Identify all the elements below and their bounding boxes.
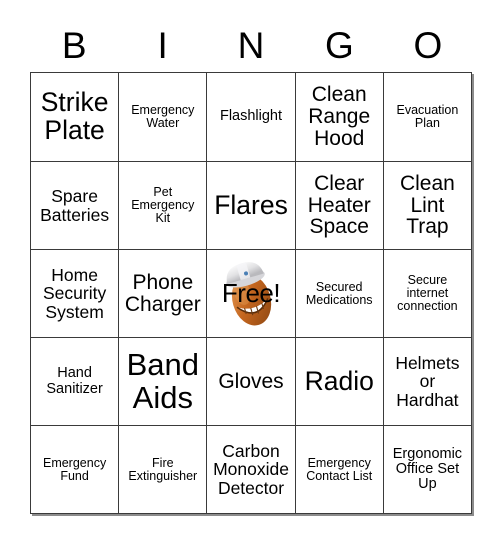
bingo-cell-label: Pet Emergency Kit	[131, 185, 195, 225]
bingo-cell[interactable]: Clean Lint Trap	[382, 161, 472, 249]
bingo-cell-label: Spare Batteries	[40, 186, 110, 225]
bingo-cell-label: Fire Extinguisher	[128, 455, 198, 483]
bingo-free-space[interactable]: Free!	[206, 249, 295, 337]
bingo-cell-label: Clear Heater Space	[307, 171, 371, 239]
bingo-cell[interactable]: Clean Range Hood	[294, 73, 383, 161]
bingo-cell[interactable]: Ergonomic Office Set Up	[382, 425, 472, 513]
bingo-cell-label: Gloves	[218, 369, 284, 393]
bingo-cell[interactable]: Fire Extinguisher	[118, 425, 207, 513]
bingo-row: Home Security System Phone Charger Free! Se…	[31, 249, 472, 337]
bingo-cell[interactable]: Helmets or Hardhat	[382, 337, 472, 425]
bingo-cell[interactable]: Hand Sanitizer	[31, 337, 119, 425]
bingo-header-letter-n: N	[237, 24, 265, 66]
bingo-cell[interactable]: Evacuation Plan	[382, 73, 472, 161]
bingo-grid: Strike Plate Emergency Water Flashlight Cle…	[30, 72, 472, 514]
bingo-cell-label: Radio	[304, 365, 374, 396]
bingo-cell-label: Helmets or Hardhat	[395, 353, 460, 410]
bingo-cell-label: Secured Medications	[305, 279, 373, 307]
bingo-cell[interactable]: Band Aids	[118, 337, 207, 425]
bingo-cell[interactable]: Spare Batteries	[31, 161, 119, 249]
bingo-cell-label: Emergency Water	[131, 103, 195, 130]
bingo-cell[interactable]: Home Security System	[31, 249, 119, 337]
bingo-cell[interactable]: Pet Emergency Kit	[118, 161, 207, 249]
bingo-header-letter-b: B	[61, 24, 87, 66]
bingo-cell[interactable]: Strike Plate	[31, 73, 119, 161]
bingo-cell-label: Evacuation Plan	[396, 103, 459, 130]
bingo-cell[interactable]: Carbon Monoxide Detector	[206, 425, 295, 513]
bingo-cell-label: Clean Lint Trap	[399, 171, 455, 239]
bingo-cell[interactable]: Radio	[294, 337, 383, 425]
bingo-cell-label: Emergency Fund	[42, 455, 107, 483]
bingo-cell-label: Strike Plate	[40, 87, 109, 145]
bingo-cell[interactable]: Flashlight	[206, 73, 295, 161]
bingo-cell[interactable]: Phone Charger	[118, 249, 207, 337]
bingo-cell-label: Flares	[214, 189, 288, 220]
bingo-row: Emergency Fund Fire Extinguisher Carbon Mo…	[31, 425, 472, 513]
bingo-cell-label: Free!	[221, 277, 281, 308]
bingo-cell-label: Flashlight	[219, 108, 283, 125]
bingo-card: B I N G O Strike Plate Emergency Water Fla…	[30, 18, 472, 514]
bingo-header-letter-o: O	[413, 24, 443, 66]
bingo-cell-label: Phone Charger	[124, 270, 201, 316]
bingo-cell-label: Home Security System	[42, 265, 107, 322]
bingo-cell[interactable]: Clear Heater Space	[294, 161, 383, 249]
bingo-cell[interactable]: Emergency Fund	[31, 425, 119, 513]
bingo-row: Spare Batteries Pet Emergency Kit Flares Cl…	[31, 161, 472, 249]
bingo-cell[interactable]: Secured Medications	[294, 249, 383, 337]
bingo-cell-label: Secure internet connection	[397, 273, 458, 313]
bingo-row: Strike Plate Emergency Water Flashlight Cle…	[31, 73, 472, 161]
bingo-cell[interactable]: Emergency Water	[118, 73, 207, 161]
bingo-cell[interactable]: Secure internet connection	[382, 249, 472, 337]
bingo-header: B I N G O	[30, 18, 472, 72]
bingo-cell-label: Hand Sanitizer	[46, 365, 103, 397]
bingo-cell[interactable]: Emergency Contact List	[294, 425, 383, 513]
bingo-cell-label: Band Aids	[126, 347, 199, 415]
bingo-row: Hand Sanitizer Band Aids Gloves Radio Helmet…	[31, 337, 472, 425]
bingo-cell-label: Emergency Contact List	[306, 455, 373, 483]
bingo-header-letter-g: G	[325, 24, 354, 66]
bingo-header-letter-i: I	[157, 24, 168, 66]
bingo-cell-label: Clean Range Hood	[308, 83, 371, 150]
bingo-cell[interactable]: Gloves	[206, 337, 295, 425]
bingo-cell[interactable]: Flares	[206, 161, 295, 249]
bingo-cell-label: Ergonomic Office Set Up	[392, 445, 463, 493]
bingo-cell-label: Carbon Monoxide Detector	[213, 441, 289, 498]
